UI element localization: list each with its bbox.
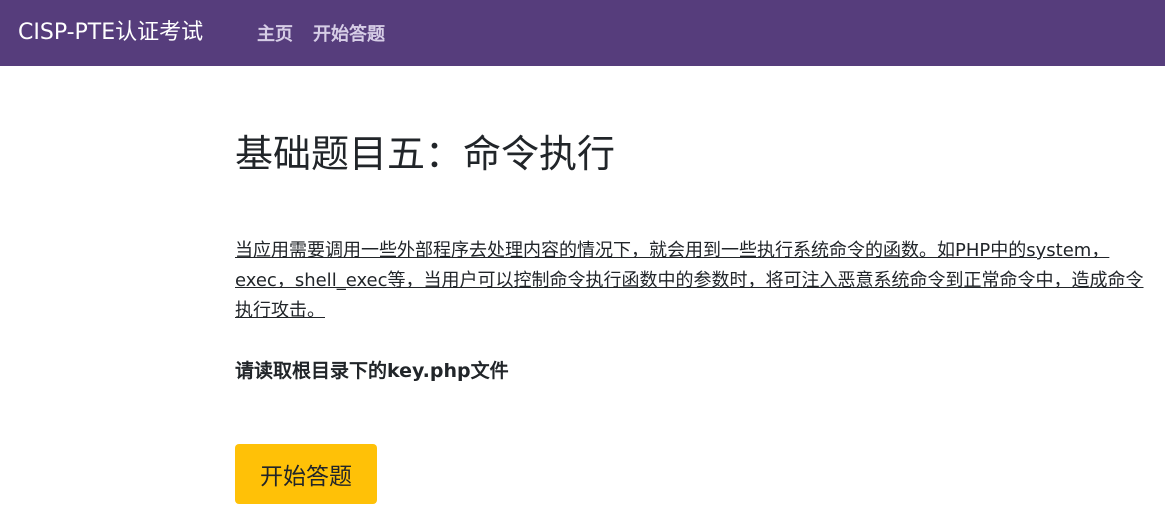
description-text: 当应用需要调用一些外部程序去处理内容的情况下，就会用到一些执行系统命令的函数。如…	[235, 240, 1144, 321]
top-navbar: CISP-PTE认证考试 主页 开始答题	[0, 0, 1165, 66]
nav-link-start-quiz[interactable]: 开始答题	[313, 20, 385, 46]
page-title: 基础题目五：命令执行	[235, 132, 616, 176]
nav-links: 主页 开始答题	[257, 0, 385, 66]
start-quiz-button[interactable]: 开始答题	[235, 444, 377, 504]
brand-link[interactable]: CISP-PTE认证考试	[18, 0, 203, 66]
nav-link-home[interactable]: 主页	[257, 20, 293, 46]
task-instruction: 请读取根目录下的key.php文件	[235, 360, 509, 382]
